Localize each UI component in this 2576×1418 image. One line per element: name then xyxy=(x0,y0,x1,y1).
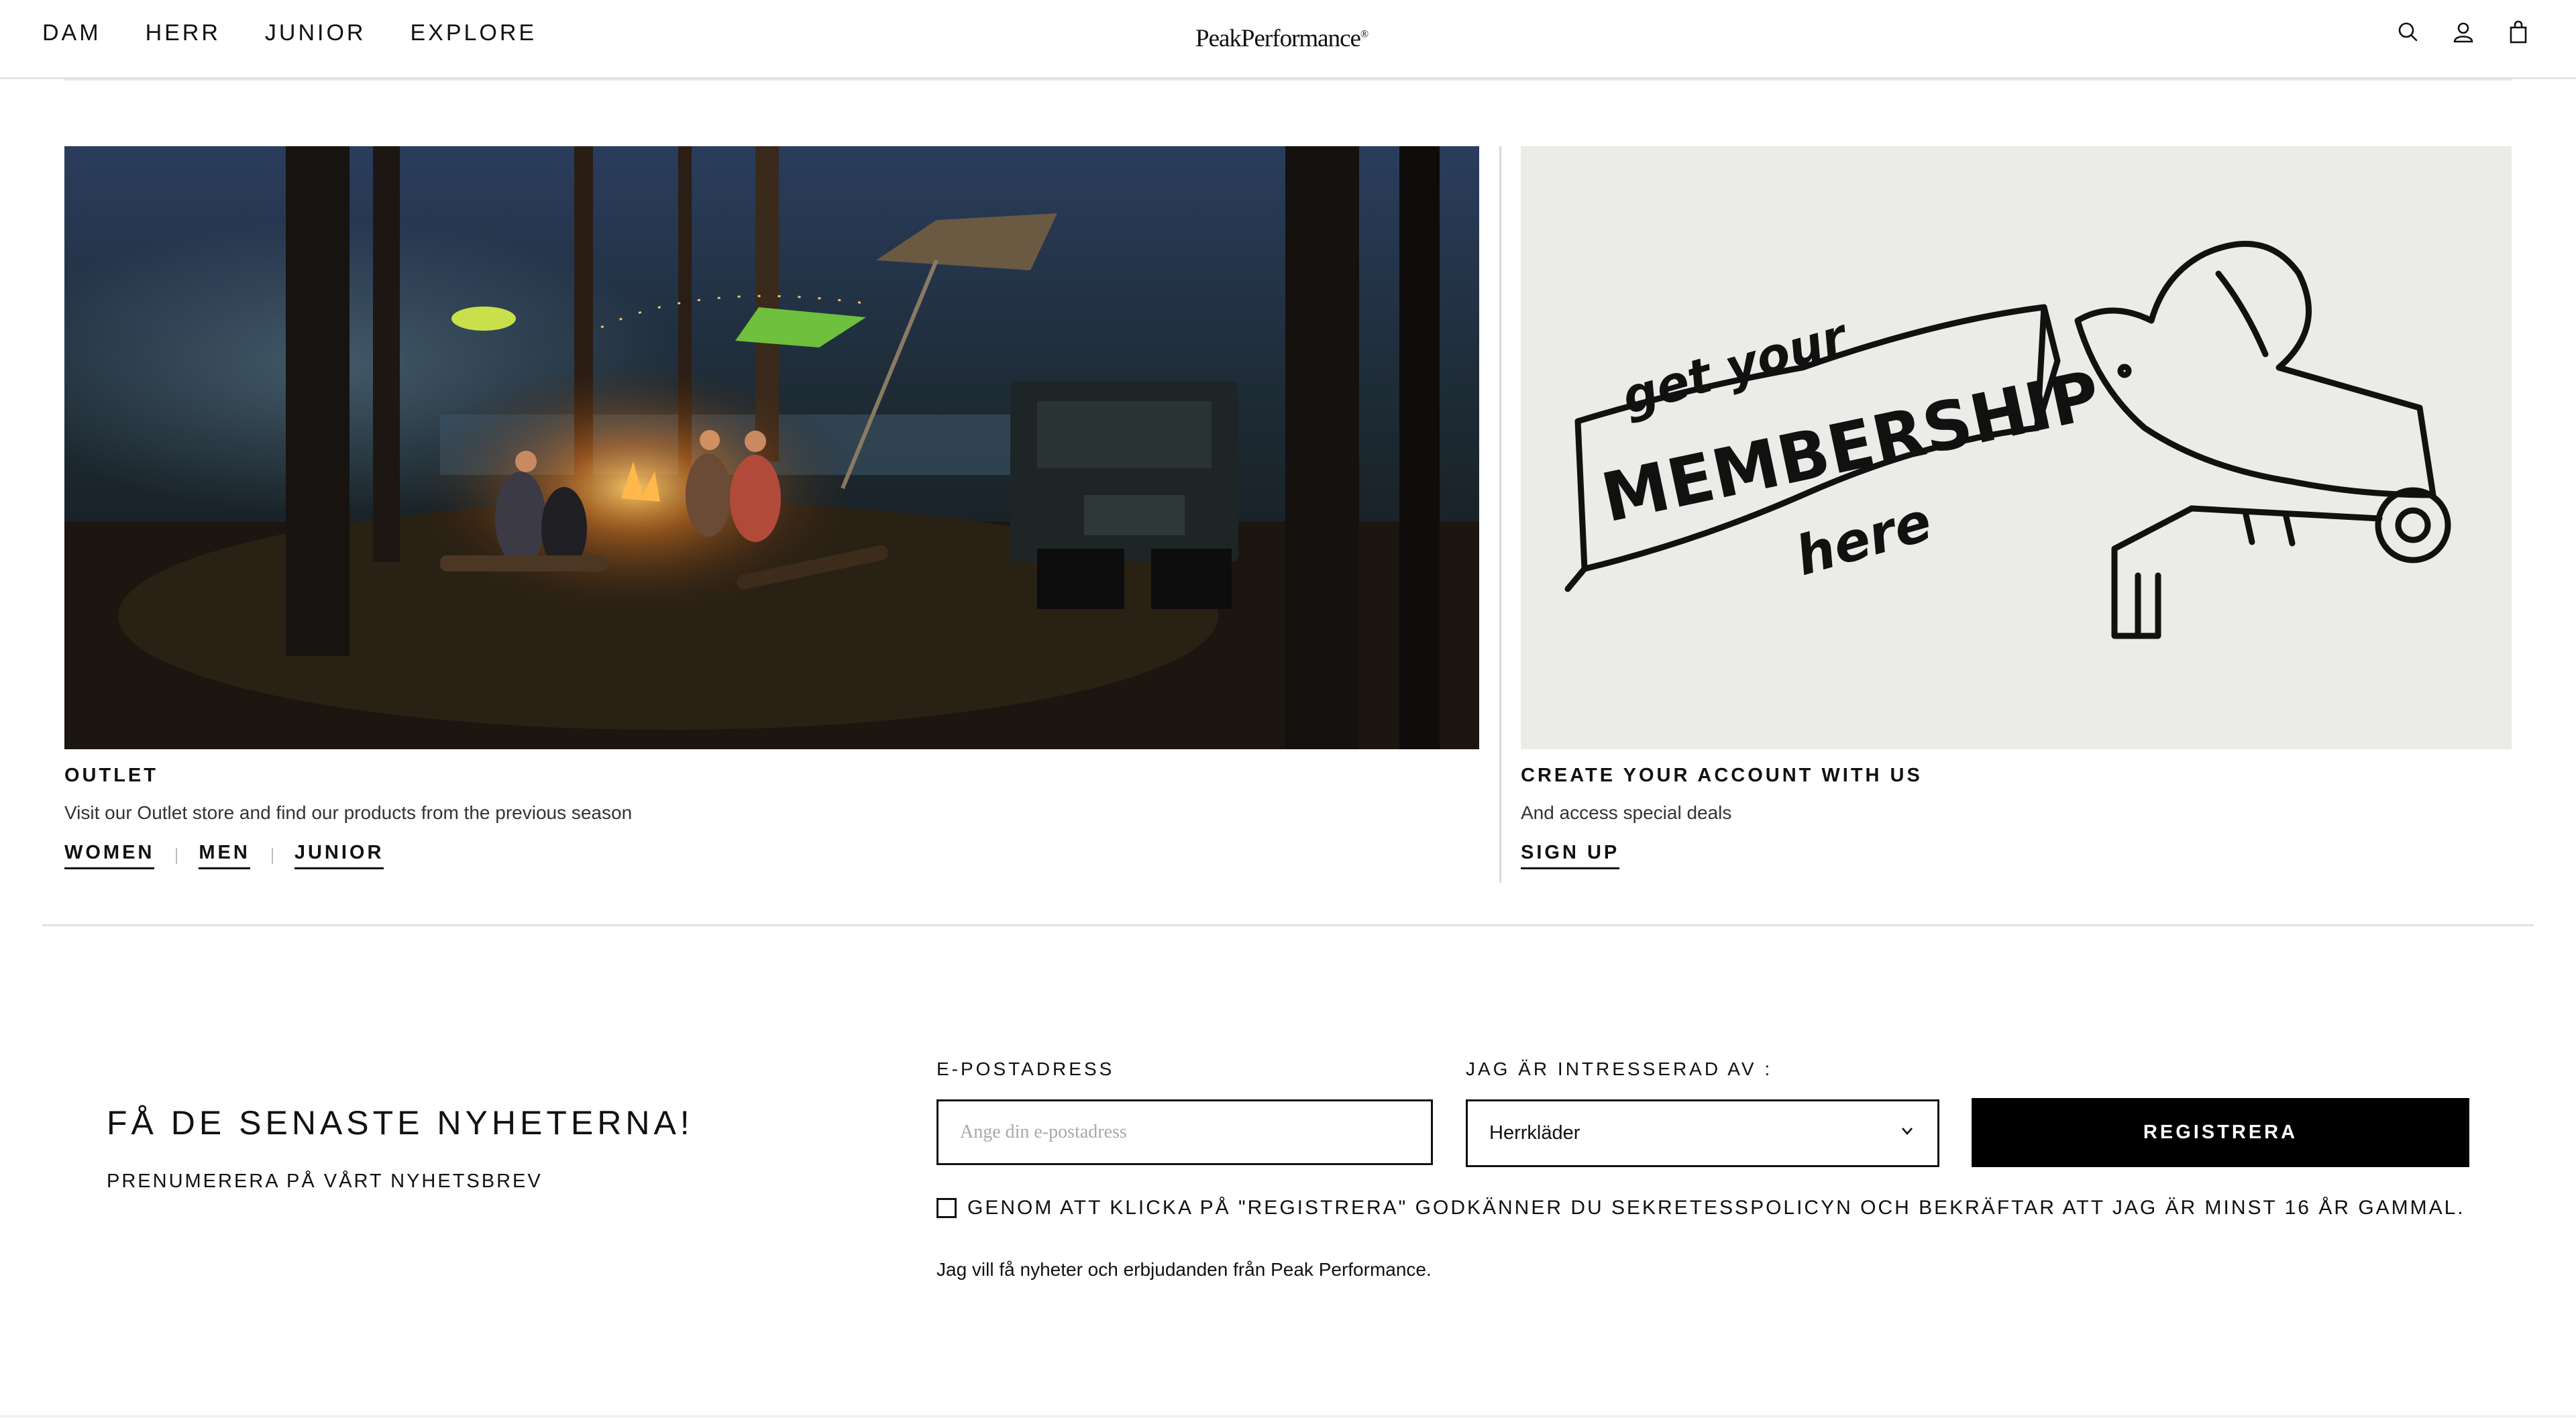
bag-icon[interactable] xyxy=(2505,19,2532,46)
newsletter-subtitle: PRENUMERERA PÅ VÅRT NYHETSBREV xyxy=(107,1170,543,1192)
outlet-link-women[interactable]: WOMEN xyxy=(64,842,155,869)
sign-up-link[interactable]: SIGN UP xyxy=(1521,842,1620,869)
interest-select[interactable]: Herrkläder xyxy=(1466,1099,1939,1167)
link-separator xyxy=(176,847,178,864)
card-divider xyxy=(1499,146,1501,883)
art-text-here: here xyxy=(1789,490,1939,588)
footer-divider xyxy=(0,1415,2576,1417)
logo-text: PeakPerformance xyxy=(1195,25,1361,52)
consent-row: GENOM ATT KLICKA PÅ "REGISTRERA" GODKÄNN… xyxy=(936,1197,2465,1219)
newsletter-note: Jag vill få nyheter och erbjudanden från… xyxy=(936,1259,1432,1280)
site-header: DAM HERR JUNIOR EXPLORE PeakPerformance® xyxy=(0,0,2576,79)
outlet-links: WOMEN MEN JUNIOR xyxy=(64,842,384,869)
outlet-title: OUTLET xyxy=(64,765,158,786)
membership-image[interactable]: get your MEMBERSHIP here xyxy=(1521,146,2512,749)
outlet-description: Visit our Outlet store and find our prod… xyxy=(64,802,633,823)
chevron-down-icon xyxy=(1898,1122,1916,1145)
main-nav: DAM HERR JUNIOR EXPLORE xyxy=(42,20,537,46)
account-icon[interactable] xyxy=(2450,19,2477,46)
search-icon[interactable] xyxy=(2395,19,2422,46)
membership-illustration: get your MEMBERSHIP here xyxy=(1564,240,2451,639)
membership-title: CREATE YOUR ACCOUNT WITH US xyxy=(1521,765,1923,786)
top-divider xyxy=(64,78,2512,80)
membership-description: And access special deals xyxy=(1521,802,1732,823)
outlet-link-junior[interactable]: JUNIOR xyxy=(294,842,384,869)
link-separator xyxy=(271,847,273,864)
register-button[interactable]: REGISTRERA xyxy=(1972,1098,2469,1167)
consent-text: GENOM ATT KLICKA PÅ "REGISTRERA" GODKÄNN… xyxy=(967,1197,2465,1219)
outlet-image[interactable] xyxy=(64,146,1479,749)
header-actions xyxy=(2395,19,2532,46)
consent-checkbox[interactable] xyxy=(936,1198,957,1218)
nav-explore[interactable]: EXPLORE xyxy=(410,20,537,46)
outlet-link-men[interactable]: MEN xyxy=(199,842,250,869)
email-input[interactable] xyxy=(936,1099,1433,1165)
interest-selected-value: Herrkläder xyxy=(1489,1122,1580,1144)
newsletter-title: FÅ DE SENASTE NYHETERNA! xyxy=(107,1104,694,1142)
section-divider xyxy=(42,924,2534,926)
membership-links: SIGN UP xyxy=(1521,842,1620,869)
campfire-scene-illustration xyxy=(64,146,1479,749)
art-text-get-your: get your xyxy=(1616,307,1856,426)
email-label: E-POSTADRESS xyxy=(936,1058,1115,1079)
logo-mark: ® xyxy=(1360,28,1368,40)
nav-dam[interactable]: DAM xyxy=(42,20,101,46)
interest-label: JAG ÄR INTRESSERAD AV : xyxy=(1466,1058,1773,1079)
site-logo[interactable]: PeakPerformance® xyxy=(1195,24,1368,53)
nav-junior[interactable]: JUNIOR xyxy=(265,20,366,46)
nav-herr[interactable]: HERR xyxy=(146,20,221,46)
